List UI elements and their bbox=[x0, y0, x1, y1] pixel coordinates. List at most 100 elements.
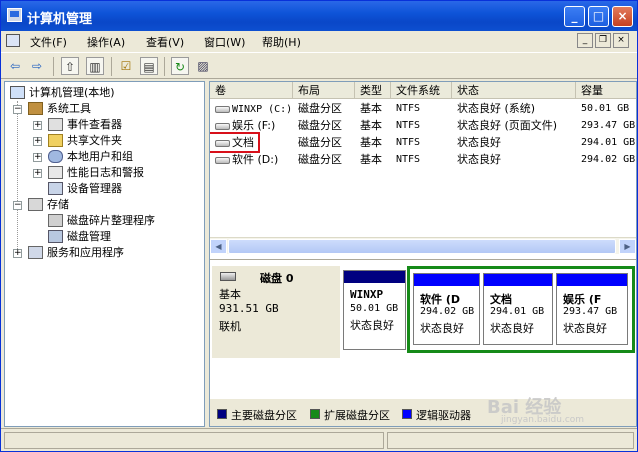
partition-name: 娱乐 (F bbox=[563, 293, 602, 306]
volume-layout: 磁盘分区 bbox=[298, 153, 342, 166]
expand-icon[interactable]: + bbox=[33, 121, 42, 130]
volume-filesystem: NTFS bbox=[396, 120, 421, 131]
partition-winxp[interactable]: WINXP 50.01 GB 状态良好 bbox=[343, 270, 406, 350]
volume-filesystem: NTFS bbox=[396, 103, 421, 114]
volume-layout: 磁盘分区 bbox=[298, 102, 342, 115]
partition-entertainment[interactable]: 娱乐 (F 293.47 GB 状态良好 bbox=[556, 273, 628, 345]
toolbar-separator bbox=[164, 57, 165, 76]
export-list-icon[interactable]: ▤ bbox=[140, 57, 158, 75]
properties-icon[interactable]: ☑ bbox=[117, 57, 135, 75]
minimize-button[interactable]: _ bbox=[564, 6, 585, 27]
menu-action[interactable]: 操作(A) bbox=[87, 34, 125, 50]
partition-status: 状态良好 bbox=[490, 322, 534, 335]
partition-documents[interactable]: 文档 294.01 GB 状态良好 bbox=[483, 273, 553, 345]
services-icon bbox=[28, 246, 43, 259]
child-close-button[interactable]: × bbox=[613, 33, 629, 48]
window-title: 计算机管理 bbox=[27, 12, 93, 27]
shared-folder-icon bbox=[48, 134, 63, 147]
expand-icon[interactable]: + bbox=[13, 249, 22, 258]
performance-icon bbox=[48, 166, 63, 179]
legend-primary-swatch bbox=[217, 409, 227, 419]
table-row[interactable]: 文档 磁盘分区 基本 NTFS 状态良好 294.01 GB bbox=[210, 132, 636, 153]
column-header-volume[interactable]: 卷 bbox=[210, 82, 293, 99]
table-row[interactable]: WINXP (C:) 磁盘分区 基本 NTFS 状态良好 (系统) 50.01 … bbox=[210, 100, 636, 117]
status-bar bbox=[1, 428, 637, 451]
expand-icon[interactable]: + bbox=[33, 153, 42, 162]
volume-status: 状态良好 bbox=[457, 136, 501, 149]
expand-icon[interactable]: + bbox=[33, 169, 42, 178]
back-arrow-icon[interactable]: ⇦ bbox=[6, 57, 24, 75]
partition-name: WINXP bbox=[350, 288, 384, 301]
show-hide-tree-icon[interactable]: ▥ bbox=[86, 57, 104, 75]
partition-status: 状态良好 bbox=[563, 322, 607, 335]
volume-filesystem: NTFS bbox=[396, 154, 421, 165]
volume-status: 状态良好 (系统) bbox=[457, 102, 536, 115]
horizontal-scrollbar[interactable]: ◀ ▶ bbox=[210, 237, 636, 254]
disk-status: 联机 bbox=[219, 320, 241, 333]
title-bar[interactable]: 计算机管理 _ □ × bbox=[1, 1, 637, 31]
scroll-right-icon[interactable]: ▶ bbox=[619, 239, 636, 254]
device-manager-icon bbox=[48, 182, 63, 195]
disk-type: 基本 bbox=[219, 288, 241, 301]
volume-type: 基本 bbox=[360, 136, 382, 149]
partition-bar bbox=[557, 274, 627, 286]
expand-icon[interactable]: + bbox=[33, 137, 42, 146]
partition-size: 294.02 GB bbox=[420, 306, 475, 317]
collapse-icon[interactable]: − bbox=[13, 105, 22, 114]
child-restore-button[interactable]: ❐ bbox=[595, 33, 611, 48]
collapse-icon[interactable]: − bbox=[13, 201, 22, 210]
column-header-capacity[interactable]: 容量 bbox=[576, 82, 636, 99]
menu-file[interactable]: 文件(F) bbox=[30, 34, 67, 50]
help-icon[interactable]: ▨ bbox=[194, 57, 212, 75]
menu-help[interactable]: 帮助(H) bbox=[262, 34, 301, 50]
close-button[interactable]: × bbox=[612, 6, 633, 27]
highlight-box bbox=[210, 132, 260, 153]
volume-list-header: 卷 布局 类型 文件系统 状态 容量 bbox=[210, 82, 636, 99]
volume-status: 状态良好 bbox=[457, 153, 501, 166]
status-panel bbox=[387, 432, 634, 449]
menu-view[interactable]: 查看(V) bbox=[146, 34, 184, 50]
volume-type: 基本 bbox=[360, 119, 382, 132]
tree-line bbox=[17, 101, 18, 251]
partition-bar bbox=[414, 274, 479, 286]
volume-list: 卷 布局 类型 文件系统 状态 容量 WINXP (C:) 磁盘分区 基本 NT… bbox=[210, 82, 636, 254]
volume-filesystem: NTFS bbox=[396, 137, 421, 148]
menu-window[interactable]: 窗口(W) bbox=[204, 34, 245, 50]
maximize-button[interactable]: □ bbox=[588, 6, 609, 27]
child-minimize-button[interactable]: _ bbox=[577, 33, 593, 48]
scroll-thumb[interactable] bbox=[228, 239, 616, 254]
partition-software[interactable]: 软件 (D 294.02 GB 状态良好 bbox=[413, 273, 480, 345]
toolbar-separator bbox=[53, 57, 54, 76]
volume-type: 基本 bbox=[360, 153, 382, 166]
legend-extended-label: 扩展磁盘分区 bbox=[324, 409, 390, 422]
table-row[interactable]: 软件 (D:) 磁盘分区 基本 NTFS 状态良好 294.02 GB bbox=[210, 151, 636, 168]
computer-management-icon bbox=[7, 8, 22, 22]
up-folder-icon[interactable]: ⇧ bbox=[61, 57, 79, 75]
toolbar: ⇦ ⇨ ⇧ ▥ ☑ ▤ ↻ ▨ bbox=[1, 52, 637, 79]
legend-logical-swatch bbox=[402, 409, 412, 419]
volume-capacity: 294.02 GB bbox=[581, 154, 636, 165]
legend-primary-label: 主要磁盘分区 bbox=[231, 409, 297, 422]
document-icon[interactable] bbox=[6, 34, 20, 47]
refresh-icon[interactable]: ↻ bbox=[171, 57, 189, 75]
volume-type: 基本 bbox=[360, 102, 382, 115]
disk-graphical-view: 磁盘 0 基本 931.51 GB 联机 WINXP 50.01 GB 状态良好… bbox=[210, 259, 636, 426]
table-row[interactable]: 娱乐 (F:) 磁盘分区 基本 NTFS 状态良好 (页面文件) 293.47 … bbox=[210, 117, 636, 134]
console-tree: 计算机管理(本地) − 系统工具 + 事件查看器 + 共享文件夹 + 本地用户和… bbox=[4, 81, 205, 427]
forward-arrow-icon[interactable]: ⇨ bbox=[28, 57, 46, 75]
volume-icon bbox=[215, 105, 230, 113]
column-header-status[interactable]: 状态 bbox=[452, 82, 576, 99]
column-header-layout[interactable]: 布局 bbox=[293, 82, 355, 99]
partition-bar bbox=[484, 274, 552, 286]
scroll-left-icon[interactable]: ◀ bbox=[210, 239, 227, 254]
column-header-filesystem[interactable]: 文件系统 bbox=[391, 82, 452, 99]
legend-extended-swatch bbox=[310, 409, 320, 419]
volume-name: 娱乐 (F:) bbox=[232, 119, 276, 132]
disk-0-info[interactable]: 磁盘 0 基本 931.51 GB 联机 bbox=[212, 266, 340, 358]
column-header-type[interactable]: 类型 bbox=[355, 82, 391, 99]
disk-name: 磁盘 0 bbox=[260, 272, 294, 285]
watermark-url: jingyan.baidu.com bbox=[501, 415, 585, 425]
volume-layout: 磁盘分区 bbox=[298, 136, 342, 149]
volume-name: 软件 (D:) bbox=[232, 153, 279, 166]
partition-name: 软件 (D bbox=[420, 293, 460, 306]
